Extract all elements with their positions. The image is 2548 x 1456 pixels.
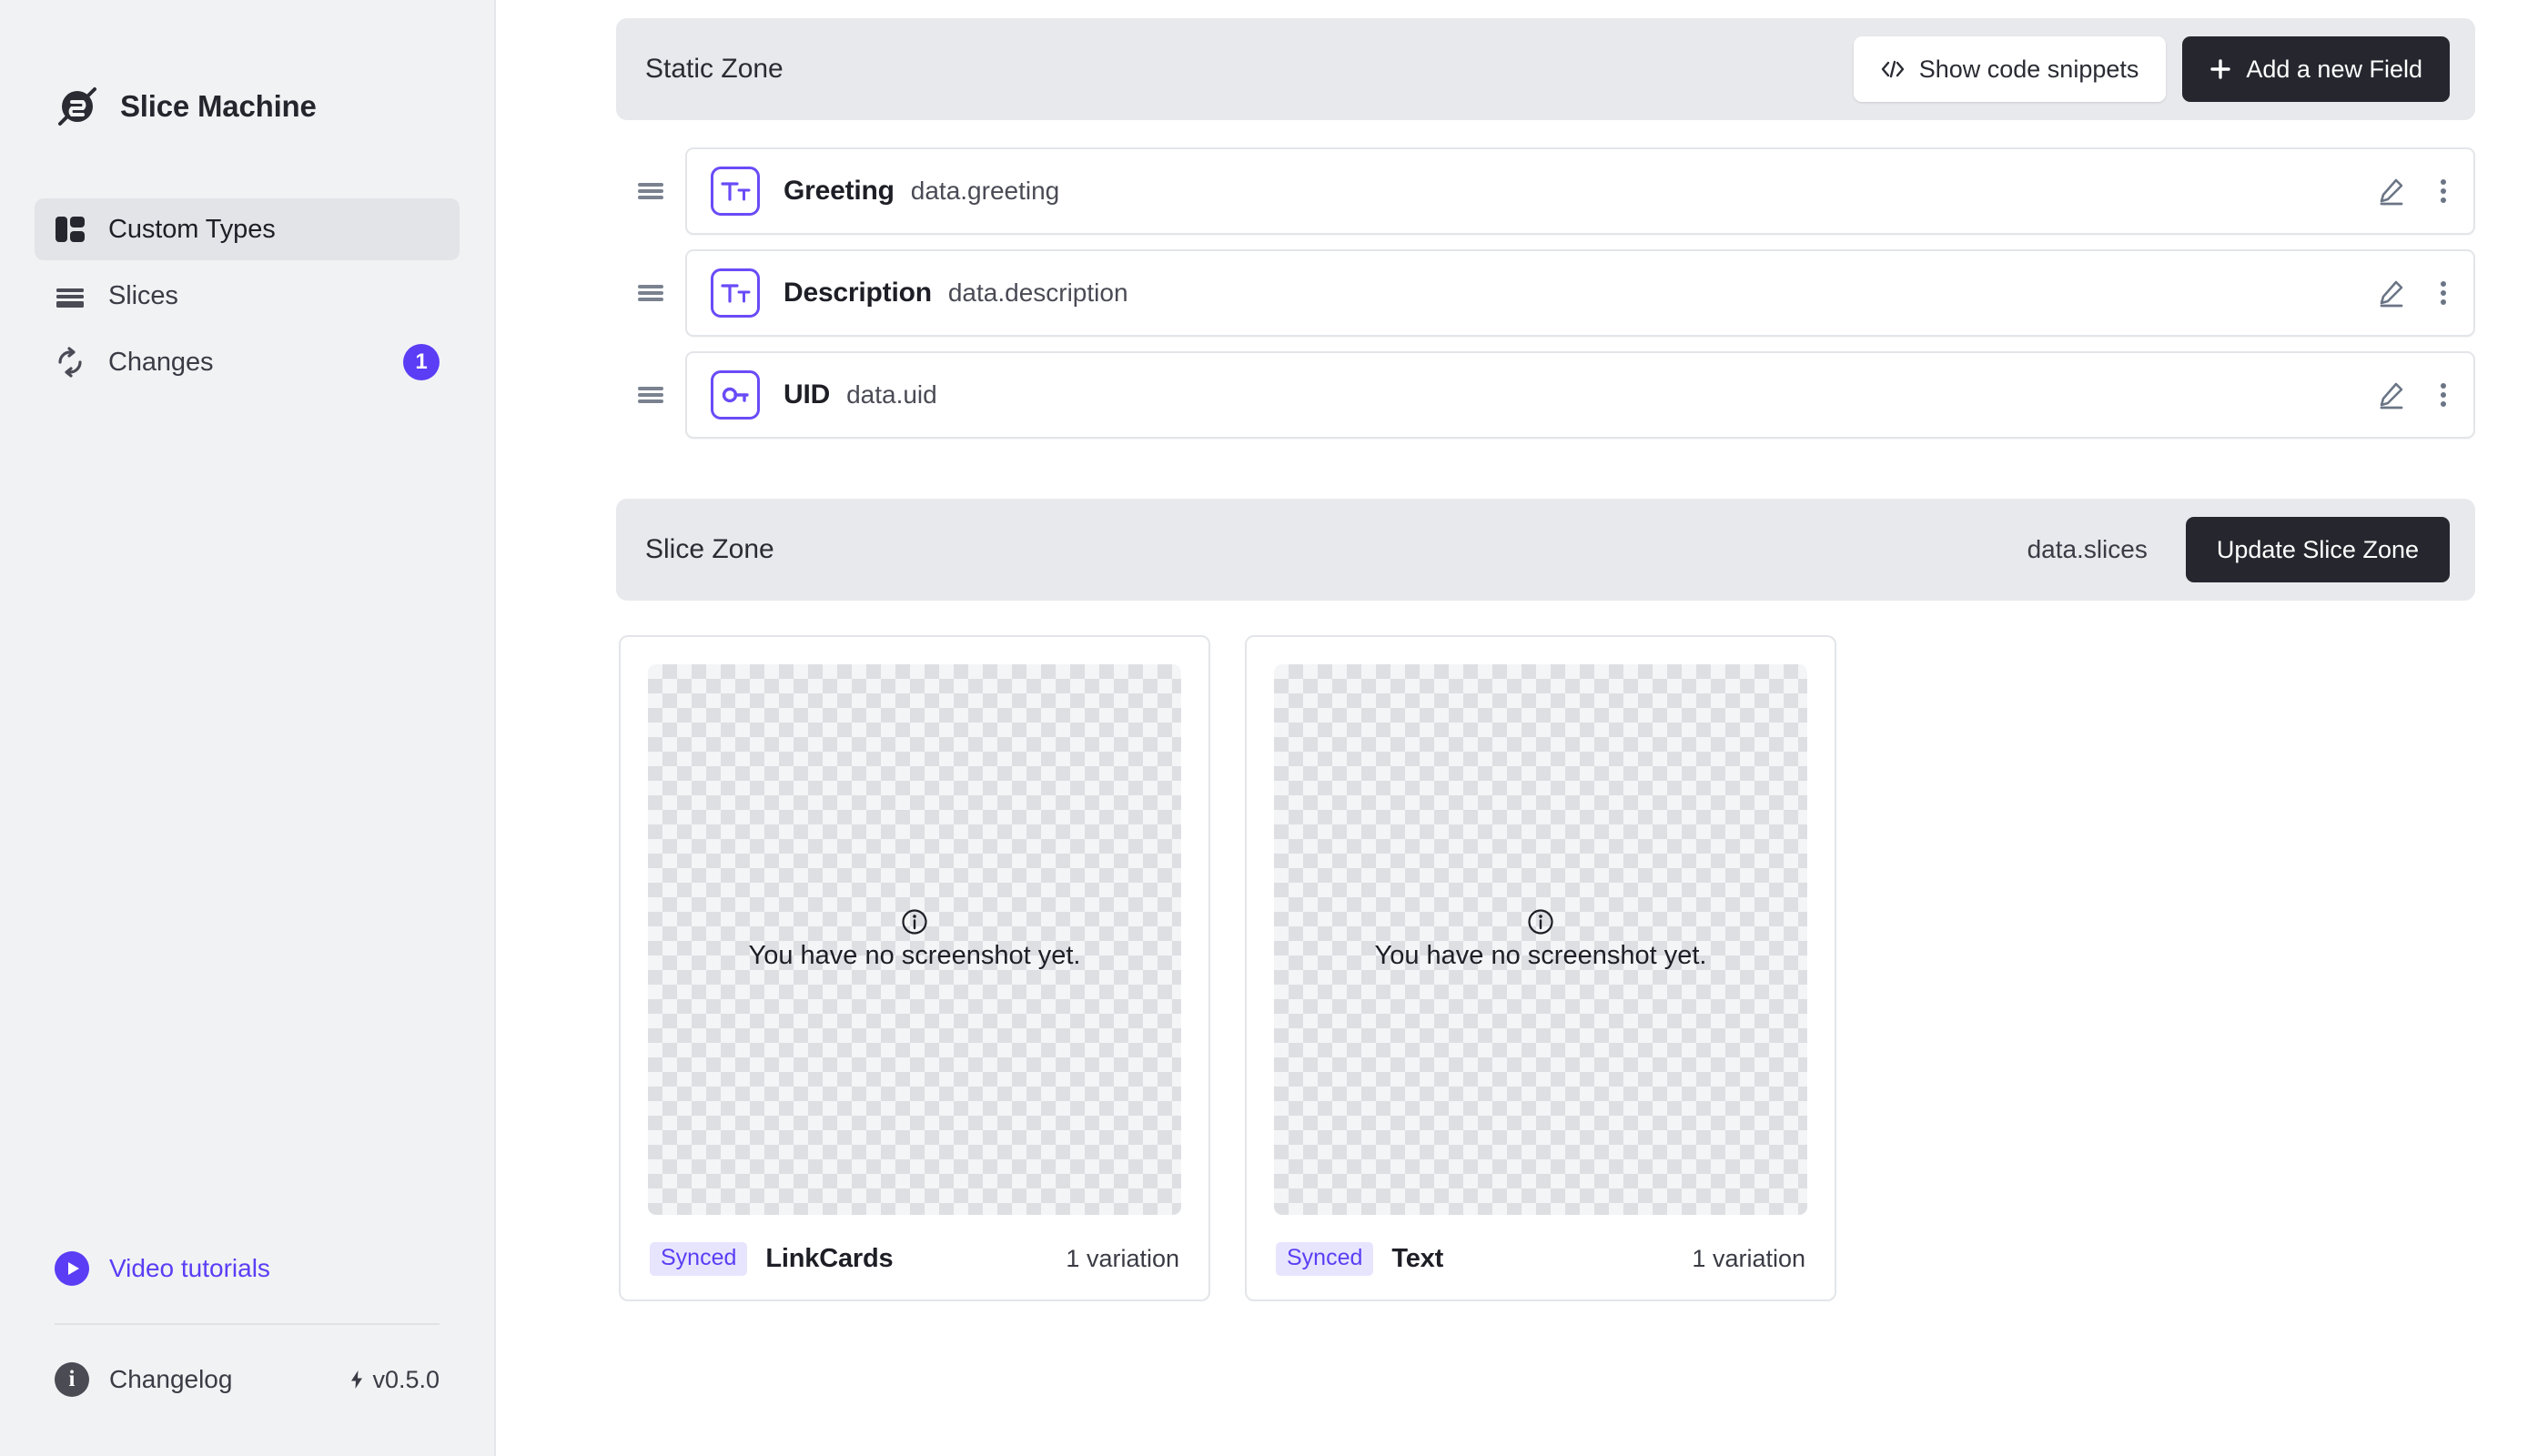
- brand: Slice Machine: [35, 0, 460, 129]
- slices-icon: [55, 280, 86, 311]
- field-row-actions: [2377, 278, 2448, 308]
- main-content: Static Zone Show code snippets Add a new…: [496, 0, 2548, 1456]
- field-card[interactable]: Greeting data.greeting: [685, 147, 2475, 235]
- field-options-menu-icon[interactable]: [2439, 380, 2448, 410]
- update-slice-zone-label: Update Slice Zone: [2216, 535, 2419, 563]
- sidebar-item-label: Changes: [108, 347, 214, 377]
- field-row[interactable]: UID data.uid: [616, 351, 2475, 439]
- static-zone-title: Static Zone: [645, 54, 784, 84]
- play-icon: [55, 1251, 89, 1286]
- field-path: data.greeting: [910, 177, 1060, 205]
- static-zone-header: Static Zone Show code snippets Add a new…: [616, 18, 2475, 120]
- video-tutorials-label: Video tutorials: [109, 1254, 270, 1282]
- version-indicator: v0.5.0: [349, 1366, 440, 1394]
- drag-handle-icon[interactable]: [616, 282, 685, 304]
- sidebar-divider: [55, 1323, 440, 1325]
- plus-icon: [2210, 59, 2231, 79]
- field-card[interactable]: UID data.uid: [685, 351, 2475, 439]
- slice-machine-logo-icon: [55, 84, 100, 129]
- key-icon: [711, 370, 760, 420]
- sidebar-item-label: Custom Types: [108, 214, 276, 244]
- add-new-field-button[interactable]: Add a new Field: [2182, 36, 2450, 102]
- slice-zone: Slice Zone data.slices Update Slice Zone: [616, 499, 2475, 1301]
- show-code-snippets-button[interactable]: Show code snippets: [1853, 36, 2167, 102]
- edit-field-icon[interactable]: [2377, 380, 2406, 410]
- changelog-label: Changelog: [109, 1365, 233, 1393]
- placeholder-message: You have no screenshot yet.: [1374, 941, 1707, 970]
- add-new-field-label: Add a new Field: [2246, 55, 2422, 83]
- field-name: Greeting: [784, 176, 895, 206]
- field-options-menu-icon[interactable]: [2439, 177, 2448, 206]
- app-root: Slice Machine Custom Types Slices Change…: [0, 0, 2548, 1456]
- layout-icon: [55, 214, 86, 245]
- changelog-link[interactable]: i Changelog v0.5.0: [35, 1350, 460, 1409]
- slice-name: LinkCards: [765, 1244, 894, 1273]
- status-badge: Synced: [650, 1242, 748, 1276]
- sidebar-item-changes[interactable]: Changes 1: [35, 331, 460, 393]
- code-icon: [1881, 60, 1904, 78]
- slice-meta: Synced Text 1 variation: [1274, 1242, 1807, 1276]
- slice-card[interactable]: You have no screenshot yet. Synced Text …: [1245, 635, 1836, 1301]
- placeholder-message: You have no screenshot yet.: [748, 941, 1081, 970]
- field-card[interactable]: Description data.description: [685, 249, 2475, 337]
- field-row[interactable]: Description data.description: [616, 249, 2475, 337]
- field-row-actions: [2377, 380, 2448, 410]
- slice-screenshot-placeholder[interactable]: You have no screenshot yet.: [1274, 664, 1807, 1215]
- update-slice-zone-button[interactable]: Update Slice Zone: [2185, 517, 2450, 582]
- field-name: UID: [784, 379, 831, 410]
- field-name: Description: [784, 278, 932, 308]
- lightning-icon: [351, 1370, 363, 1389]
- field-path: data.uid: [846, 380, 937, 409]
- slice-card[interactable]: You have no screenshot yet. Synced LinkC…: [619, 635, 1210, 1301]
- drag-handle-icon[interactable]: [616, 384, 685, 406]
- sidebar: Slice Machine Custom Types Slices Change…: [0, 0, 496, 1456]
- slice-variation-count: 1 variation: [1066, 1245, 1179, 1272]
- field-row[interactable]: Greeting data.greeting: [616, 147, 2475, 235]
- static-zone-actions: Show code snippets Add a new Field: [1853, 36, 2450, 102]
- text-field-icon: [711, 268, 760, 318]
- sidebar-item-slices[interactable]: Slices: [35, 265, 460, 327]
- slice-screenshot-placeholder[interactable]: You have no screenshot yet.: [648, 664, 1181, 1215]
- slice-variation-count: 1 variation: [1692, 1245, 1805, 1272]
- sidebar-item-label: Slices: [108, 280, 178, 310]
- slice-zone-data-path: data.slices: [2027, 535, 2148, 563]
- field-path: data.description: [947, 278, 1128, 307]
- slice-name: Text: [1391, 1244, 1444, 1273]
- version-label: v0.5.0: [372, 1365, 440, 1393]
- text-field-icon: [711, 167, 760, 216]
- field-options-menu-icon[interactable]: [2439, 278, 2448, 308]
- edit-field-icon[interactable]: [2377, 278, 2406, 308]
- video-tutorials-link[interactable]: Video tutorials: [35, 1239, 460, 1298]
- info-circle-icon: [902, 909, 927, 935]
- slice-zone-title: Slice Zone: [645, 534, 774, 564]
- brand-name: Slice Machine: [120, 89, 317, 123]
- sidebar-bottom: Video tutorials i Changelog v0.5.0: [35, 1239, 460, 1456]
- info-circle-icon: [1528, 909, 1553, 935]
- drag-handle-icon[interactable]: [616, 180, 685, 202]
- slice-zone-header: Slice Zone data.slices Update Slice Zone: [616, 499, 2475, 601]
- edit-field-icon[interactable]: [2377, 177, 2406, 206]
- show-code-snippets-label: Show code snippets: [1918, 55, 2139, 83]
- slice-meta: Synced LinkCards 1 variation: [648, 1242, 1181, 1276]
- changes-count-badge: 1: [403, 344, 440, 380]
- status-badge: Synced: [1276, 1242, 1374, 1276]
- sidebar-item-custom-types[interactable]: Custom Types: [35, 198, 460, 260]
- info-icon: i: [55, 1362, 89, 1397]
- slices-grid: You have no screenshot yet. Synced LinkC…: [616, 601, 2475, 1301]
- sync-icon: [55, 347, 86, 378]
- static-zone-fields: Greeting data.greeting Description data.…: [616, 147, 2475, 439]
- field-row-actions: [2377, 177, 2448, 206]
- sidebar-nav: Custom Types Slices Changes 1: [35, 198, 460, 393]
- slice-zone-actions: data.slices Update Slice Zone: [2027, 517, 2450, 582]
